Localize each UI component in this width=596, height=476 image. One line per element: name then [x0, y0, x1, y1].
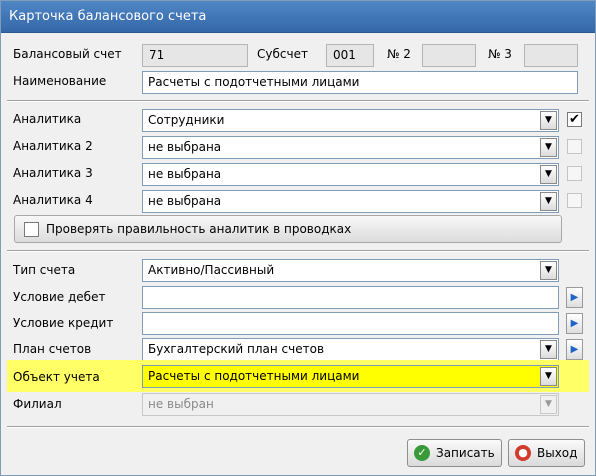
credit-condition-label: Условие кредит: [13, 316, 114, 330]
separator: [7, 250, 589, 252]
save-button[interactable]: ✓ Записать: [407, 439, 502, 467]
save-check-icon: ✓: [414, 445, 430, 461]
verify-analytics-label: Проверять правильность аналитик в провод…: [46, 222, 352, 236]
n2-label: № 2: [387, 47, 411, 61]
chart-of-accounts-select[interactable]: Бухгалтерский план счетов ▼: [142, 338, 559, 361]
accounting-object-label: Объект учета: [13, 370, 100, 384]
branch-value: не выбран: [148, 397, 214, 411]
chart-of-accounts-value: Бухгалтерский план счетов: [148, 342, 325, 356]
analytics-4-checkbox[interactable]: [567, 193, 582, 208]
exit-button-label: Выход: [537, 446, 578, 460]
chart-of-accounts-arrow-icon[interactable]: ▶: [566, 339, 583, 360]
analytics-3-checkbox[interactable]: [567, 166, 582, 181]
chevron-down-icon[interactable]: ▼: [540, 192, 557, 211]
analytics-2-label: Аналитика 2: [13, 139, 93, 153]
analytics-4-label: Аналитика 4: [13, 193, 93, 207]
analytics-2-value: не выбрана: [148, 140, 222, 154]
chevron-down-icon[interactable]: ▼: [540, 340, 557, 359]
debit-condition-input[interactable]: [142, 286, 559, 309]
separator: [7, 426, 589, 428]
branch-select: не выбран ▼: [142, 393, 559, 416]
name-label: Наименование: [13, 74, 107, 88]
account-label: Балансовый счет: [13, 47, 122, 61]
chevron-down-icon[interactable]: ▼: [540, 138, 557, 157]
analytics-1-select[interactable]: Сотрудники ▼: [142, 109, 559, 132]
chevron-down-icon[interactable]: ▼: [540, 367, 557, 386]
analytics-4-select[interactable]: не выбрана ▼: [142, 190, 559, 213]
exit-button[interactable]: ● Выход: [508, 439, 585, 467]
account-card-window: Карточка балансового счета Балансовый сч…: [0, 0, 596, 476]
subaccount-field: 001: [326, 44, 374, 67]
window-title: Карточка балансового счета: [1, 1, 595, 33]
chevron-down-icon[interactable]: ▼: [540, 261, 557, 280]
chevron-down-icon[interactable]: ▼: [540, 111, 557, 130]
analytics-2-select[interactable]: не выбрана ▼: [142, 136, 559, 159]
subaccount-label: Субсчет: [257, 47, 308, 61]
exit-icon: ●: [515, 445, 531, 461]
verify-analytics-checkbox[interactable]: [24, 222, 39, 237]
account-type-label: Тип счета: [13, 263, 76, 277]
branch-label: Филиал: [13, 397, 62, 411]
account-type-value: Активно/Пассивный: [148, 263, 275, 277]
analytics-3-value: не выбрана: [148, 167, 222, 181]
credit-condition-arrow-icon[interactable]: ▶: [566, 313, 583, 334]
separator: [7, 100, 589, 102]
accounting-object-value: Расчеты с подотчетными лицами: [148, 369, 360, 383]
analytics-1-checkbox[interactable]: ✔: [567, 112, 582, 127]
credit-condition-input[interactable]: [142, 312, 559, 335]
chevron-down-icon: ▼: [540, 395, 557, 414]
analytics-3-label: Аналитика 3: [13, 166, 93, 180]
debit-condition-label: Условие дебет: [13, 290, 106, 304]
n3-label: № 3: [488, 47, 512, 61]
analytics-2-checkbox[interactable]: [567, 139, 582, 154]
chevron-down-icon[interactable]: ▼: [540, 165, 557, 184]
n3-field: [524, 44, 578, 67]
n2-field: [422, 44, 476, 67]
account-field: 71: [142, 44, 248, 67]
analytics-1-value: Сотрудники: [148, 113, 225, 127]
accounting-object-select[interactable]: Расчеты с подотчетными лицами ▼: [142, 365, 559, 388]
form-body: Балансовый счет 71 Субсчет 001 № 2 № 3 Н…: [3, 34, 593, 475]
analytics-3-select[interactable]: не выбрана ▼: [142, 163, 559, 186]
chart-of-accounts-label: План счетов: [13, 342, 92, 356]
save-button-label: Записать: [436, 446, 495, 460]
verify-analytics-panel[interactable]: Проверять правильность аналитик в провод…: [14, 215, 562, 243]
analytics-1-label: Аналитика: [13, 112, 82, 126]
debit-condition-arrow-icon[interactable]: ▶: [566, 287, 583, 308]
account-type-select[interactable]: Активно/Пассивный ▼: [142, 259, 559, 282]
analytics-4-value: не выбрана: [148, 194, 222, 208]
name-input[interactable]: Расчеты с подотчетными лицами: [142, 71, 578, 94]
